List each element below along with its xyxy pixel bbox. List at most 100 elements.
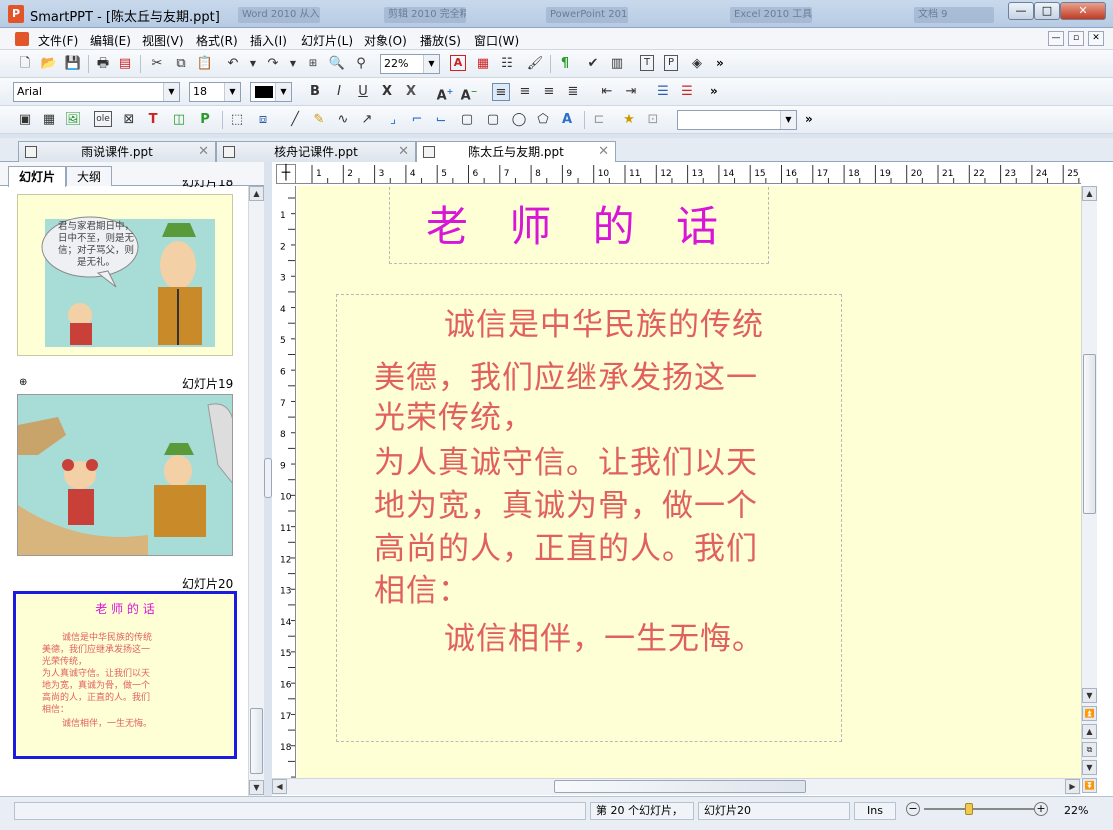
shadow-button[interactable]: X [402,83,420,101]
zoom-combo[interactable]: 22% ▼ [380,54,440,74]
align-center-icon[interactable]: ≡ [516,83,534,101]
strikethrough-button[interactable]: X [378,83,396,101]
shrink-font-icon[interactable]: A− [460,83,478,103]
insert-table-icon[interactable]: ▦ [474,55,492,73]
paste-icon[interactable]: 📋 [196,55,214,73]
align-left-icon[interactable]: ≡ [492,83,510,101]
replace-icon[interactable]: ⊞ [304,55,322,73]
menu-play[interactable]: 播放(S) [420,32,461,49]
close-tab-icon[interactable]: ✕ [198,142,209,162]
menu-slide[interactable]: 幻灯片(L) [301,32,353,49]
scroll-left-icon[interactable]: ◀ [272,779,287,794]
line-icon[interactable]: ╱ [286,111,304,129]
cut-icon[interactable]: ✂ [148,55,166,73]
curved-connector-icon[interactable]: ⌙ [432,111,450,129]
text-box-icon[interactable]: A [450,55,466,71]
doc-minimize-button[interactable]: — [1048,31,1064,46]
pdf-icon[interactable]: ▤ [116,55,134,73]
doc-tab[interactable]: 雨说课件.ppt ✕ [18,141,216,162]
toolbar-overflow-button[interactable]: » [710,84,718,98]
zoom-out-button[interactable]: − [906,802,920,816]
undo-icon[interactable]: ↶ [224,55,242,73]
maximize-button[interactable]: □ [1034,2,1060,20]
next-slide-icon[interactable]: ▼ [1082,760,1097,775]
chart-icon[interactable]: ▥ [608,55,626,73]
redo-dropdown-icon[interactable]: ▼ [284,55,302,73]
menu-window[interactable]: 窗口(W) [474,32,519,49]
toolbar-overflow-button[interactable]: » [805,112,813,126]
ellipse-icon[interactable]: ◯ [510,111,528,129]
menu-edit[interactable]: 编辑(E) [90,32,131,49]
find-icon[interactable]: 🔍 [328,55,346,73]
scroll-thumb[interactable] [554,780,806,793]
page-p-icon[interactable]: P [664,55,678,71]
menu-file[interactable]: 文件(F) [38,32,78,49]
slide-canvas[interactable]: 老 师 的 话 诚信是中华民族的传统 美德，我们应继承发扬这一 光荣传统， 为人… [297,186,1081,778]
first-slide-icon[interactable]: ⏫ [1082,706,1097,721]
save-icon[interactable]: 💾 [64,55,82,73]
frame-icon[interactable]: ◫ [170,111,188,129]
chevron-down-icon[interactable]: ▼ [224,83,240,101]
italic-button[interactable]: I [330,83,348,101]
zoom-slider-thumb[interactable] [965,803,974,815]
ruler-corner[interactable]: ┼ [276,164,296,184]
bold-button[interactable]: B [306,83,324,101]
scroll-down-icon[interactable]: ▼ [1082,688,1097,703]
format-painter-icon[interactable]: 🖌 [526,55,544,73]
numbering-icon[interactable]: ☰ [678,83,696,101]
panel-splitter[interactable] [264,458,272,498]
print-icon[interactable]: 🖶 [94,55,112,73]
zoom-in-button[interactable]: + [1034,802,1048,816]
menu-view[interactable]: 视图(V) [142,32,184,49]
font-size-combo[interactable]: 18 ▼ [189,82,241,102]
chevron-down-icon[interactable]: ▼ [780,111,796,129]
previous-slide-icon[interactable]: ▲ [1082,724,1097,739]
editor-horizontal-scrollbar[interactable]: ◀ ▶ [272,778,1081,795]
taskbar-tab[interactable]: PowerPoint 2010 应用技巧 [546,7,628,23]
title-placeholder[interactable]: 老 师 的 话 [389,186,769,264]
body-placeholder[interactable]: 诚信是中华民族的传统 美德，我们应继承发扬这一 光荣传统， 为人真诚守信。让我们… [336,294,842,742]
minimize-button[interactable]: — [1008,2,1034,20]
tab-slides[interactable]: 幻灯片 [8,166,66,187]
doc-close-button[interactable]: ✕ [1088,31,1104,46]
scroll-right-icon[interactable]: ▶ [1065,779,1080,794]
shapes-icon[interactable]: ⬠ [534,111,552,129]
taskbar-tab[interactable]: Excel 2010 工具 [730,7,812,23]
last-slide-icon[interactable]: ⏬ [1082,778,1097,793]
rectangle-icon[interactable]: ▢ [458,111,476,129]
text-frame-icon[interactable]: T [144,111,162,129]
taskbar-tab[interactable]: Word 2010 从入门到精通 [238,7,320,23]
chevron-down-icon[interactable]: ▼ [275,83,291,101]
group-icon[interactable]: ⧈ [254,111,272,129]
chevron-down-icon[interactable]: ▼ [423,55,439,73]
select-icon[interactable]: ⬚ [228,111,246,129]
menu-object[interactable]: 对象(O) [364,32,407,49]
scroll-down-icon[interactable]: ▼ [249,780,264,795]
disabled-tool-icon[interactable]: ⊡ [644,111,662,129]
chevron-down-icon[interactable]: ▼ [163,83,179,101]
table-icon[interactable]: ▦ [40,111,58,129]
grow-font-icon[interactable]: A+ [436,83,454,103]
list-icon[interactable]: ☷ [498,55,516,73]
scroll-thumb[interactable] [250,708,263,774]
decrease-indent-icon[interactable]: ⇤ [598,83,616,101]
zoom-tool-icon[interactable]: ⚲ [352,55,370,73]
align-right-icon[interactable]: ≡ [540,83,558,101]
slide-view-icon[interactable]: ⧉ [1082,742,1097,757]
thumbnails-scrollbar[interactable]: ▲ ▼ [248,186,264,796]
doc-tab[interactable]: 核舟记课件.ppt ✕ [216,141,416,162]
copy-icon[interactable]: ⧉ [172,55,190,73]
pen-icon[interactable]: ✎ [310,111,328,129]
page-frame-icon[interactable]: P [196,111,214,129]
connector-icon[interactable]: ⌟ [384,111,402,129]
slide-thumbnail-19[interactable] [17,394,233,556]
menu-insert[interactable]: 插入(I) [250,32,287,49]
doc-tab-active[interactable]: 陈太丘与友期.ppt ✕ [416,141,616,163]
crop-icon[interactable]: ⊏ [590,111,608,129]
insert-mode-status[interactable]: Ins [854,802,896,820]
scroll-up-icon[interactable]: ▲ [249,186,264,201]
editor-vertical-scrollbar[interactable]: ▲ ▼ ⏫ ▲ ⧉ ▼ [1081,186,1097,778]
increase-indent-icon[interactable]: ⇥ [622,83,640,101]
stack-icon[interactable]: ◈ [688,55,706,73]
doc-restore-button[interactable]: ▫ [1068,31,1084,46]
